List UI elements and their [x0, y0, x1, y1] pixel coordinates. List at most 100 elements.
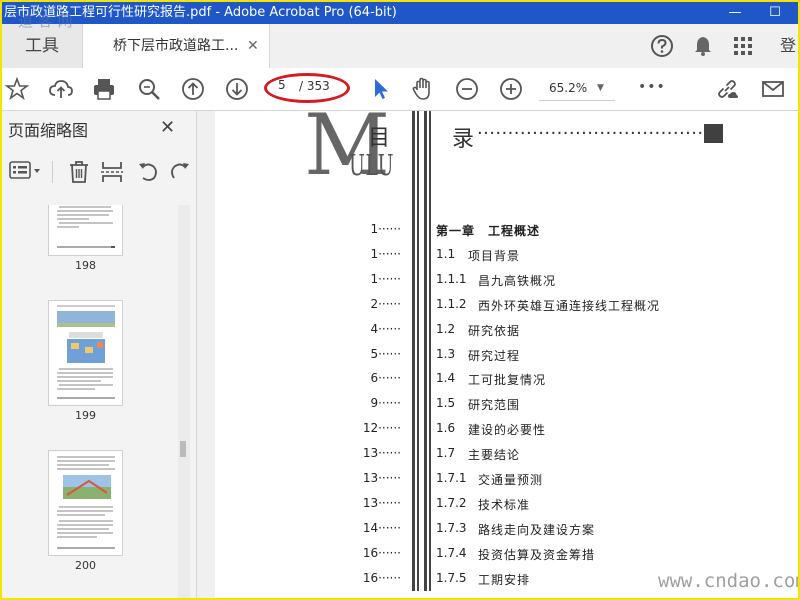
toc-title: 交通量预测	[478, 473, 544, 487]
toc-section-number: 1.5	[436, 396, 456, 410]
page-thumbnail-200[interactable]	[49, 451, 122, 555]
watermark-bottom-right: www.cndao.com	[658, 570, 800, 592]
header-dot-leader: ······································	[477, 123, 707, 144]
toc-title: 第一章 工程概述	[436, 224, 541, 238]
thumbnail-panel: 页面缩略图 ✕ 198 199 200	[2, 111, 197, 598]
toc-entry[interactable]: 4······ 1.2 研究依据	[215, 322, 798, 347]
help-icon[interactable]	[649, 33, 675, 59]
page-thumbnail-198[interactable]	[49, 205, 122, 255]
zoom-value: 65.2%	[549, 81, 588, 95]
toc-title: 昌九高铁概况	[478, 274, 557, 288]
thumbnail-label-200: 200	[75, 559, 96, 572]
toc-page-number: 1······	[370, 272, 401, 286]
app-window: 道 客 网 层市政道路工程可行性研究报告.pdf - Adobe Acrobat…	[0, 0, 800, 600]
panel-close-icon[interactable]: ✕	[160, 117, 175, 138]
header-ulu-letters: ULU	[349, 148, 395, 182]
minimize-button[interactable]: —	[718, 2, 752, 24]
toc-section-number: 1.7.4	[436, 546, 467, 560]
toc-entry[interactable]: 1······ 第一章 工程概述	[215, 222, 798, 247]
toc-page-number: 9······	[370, 396, 401, 410]
pdf-page: M 目 ULU 录 ······························…	[215, 111, 798, 598]
toc-entry[interactable]: 1······ 1.1 项目背景	[215, 247, 798, 272]
toc-page-number: 13······	[362, 496, 401, 510]
zoom-dropdown[interactable]: 65.2% ▼	[539, 76, 615, 101]
toc-page-number: 12······	[362, 421, 401, 435]
toc-section-number: 1.7	[436, 446, 456, 460]
red-annotation-ellipse	[264, 73, 350, 103]
toc-title: 西外环英雄互通连接线工程概况	[478, 299, 661, 313]
tab-document-label: 桥下层市政道路工...	[113, 38, 239, 54]
maximize-button[interactable]: ☐	[758, 2, 792, 24]
toc-title: 工期安排	[478, 573, 531, 587]
thumbnail-list: 198 199 200	[2, 205, 178, 598]
zoom-in-icon[interactable]	[498, 76, 524, 102]
toc-entry[interactable]: 14······ 1.7.3 路线走向及建设方案	[215, 521, 798, 546]
watermark-top-left: 道 客 网	[18, 12, 73, 30]
thumbnail-scroll-handle[interactable]	[180, 441, 186, 457]
toc-section-number: 1.6	[436, 421, 456, 435]
toc-page-number: 2······	[370, 297, 401, 311]
toc-section-number: 1.1.1	[436, 272, 467, 286]
toc-entry[interactable]: 12······ 1.6 建设的必要性	[215, 421, 798, 446]
toc-page-number: 1······	[370, 247, 401, 261]
select-cursor-icon[interactable]	[368, 76, 394, 102]
toc-section-number: 1.7.5	[436, 571, 467, 585]
more-tools-button[interactable]: •••	[638, 79, 666, 95]
document-view: M 目 ULU 录 ······························…	[197, 111, 798, 598]
toc-title: 研究范围	[468, 398, 521, 412]
thumbnail-label-198: 198	[75, 259, 96, 272]
page-thumbnail-200-preview	[57, 456, 115, 549]
star-icon[interactable]	[4, 76, 30, 102]
toc-page-number: 13······	[362, 446, 401, 460]
email-icon[interactable]	[760, 76, 786, 102]
toc-page-number: 14······	[362, 521, 401, 535]
zoom-search-icon[interactable]	[136, 76, 162, 102]
tab-bar: 工具 桥下层市政道路工... ✕ 登	[2, 24, 798, 69]
toc-title: 主要结论	[468, 448, 521, 462]
bell-icon[interactable]	[690, 33, 716, 59]
toc-entry[interactable]: 1······ 1.1.1 昌九高铁概况	[215, 272, 798, 297]
print-icon[interactable]	[91, 76, 117, 102]
panel-title: 页面缩略图	[8, 121, 89, 140]
toc-section-number: 1.1.2	[436, 297, 467, 311]
rotate-ccw-icon[interactable]	[135, 159, 161, 185]
apps-grid-icon[interactable]	[730, 33, 756, 59]
toc-entry[interactable]: 2······ 1.1.2 西外环英雄互通连接线工程概况	[215, 297, 798, 322]
share-link-icon[interactable]	[714, 76, 740, 102]
toc-entry[interactable]: 13······ 1.7.2 技术标准	[215, 496, 798, 521]
cloud-upload-icon[interactable]	[48, 76, 74, 102]
toc-page-number: 5······	[370, 347, 401, 361]
hand-tool-icon[interactable]	[410, 76, 436, 102]
page-thumbnail-199[interactable]	[49, 301, 122, 405]
toc-section-number: 1.7.2	[436, 496, 467, 510]
toc-title: 研究过程	[468, 349, 521, 363]
toc-entry[interactable]: 9······ 1.5 研究范围	[215, 396, 798, 421]
title-bar: 层市政道路工程可行性研究报告.pdf - Adobe Acrobat Pro (…	[2, 2, 798, 24]
toc-entry[interactable]: 16······ 1.7.4 投资估算及资金筹措	[215, 546, 798, 571]
trash-icon[interactable]	[66, 159, 92, 185]
thumbnail-options-icon[interactable]	[8, 159, 44, 183]
toc-entry[interactable]: 6······ 1.4 工可批复情况	[215, 371, 798, 396]
tab-document[interactable]: 桥下层市政道路工... ✕	[82, 24, 270, 69]
rotate-cw-icon[interactable]	[167, 159, 193, 185]
next-page-icon[interactable]	[224, 76, 250, 102]
extract-pages-icon[interactable]	[99, 159, 125, 185]
toc-entry[interactable]: 5······ 1.3 研究过程	[215, 347, 798, 372]
main-toolbar: 5 / 353 65.2% ▼ •••	[2, 68, 798, 111]
thumbnail-scrollbar[interactable]	[178, 205, 190, 598]
toc-section-number: 1.7.1	[436, 471, 467, 485]
previous-page-icon[interactable]	[180, 76, 206, 102]
toc-section-number: 1.2	[436, 322, 456, 336]
toc-entry[interactable]: 13······ 1.7 主要结论	[215, 446, 798, 471]
toc-page-number: 13······	[362, 471, 401, 485]
toc-title: 工可批复情况	[468, 373, 547, 387]
toc-title: 研究依据	[468, 324, 521, 338]
toc-entry[interactable]: 13······ 1.7.1 交通量预测	[215, 471, 798, 496]
zoom-out-icon[interactable]	[454, 76, 480, 102]
toc-section-number: 1.3	[436, 347, 456, 361]
toc-page-number: 16······	[362, 546, 401, 560]
toc-title: 路线走向及建设方案	[478, 523, 596, 537]
tab-close-icon[interactable]: ✕	[247, 24, 259, 68]
toc-title: 建设的必要性	[468, 423, 547, 437]
login-link[interactable]: 登	[780, 24, 796, 68]
